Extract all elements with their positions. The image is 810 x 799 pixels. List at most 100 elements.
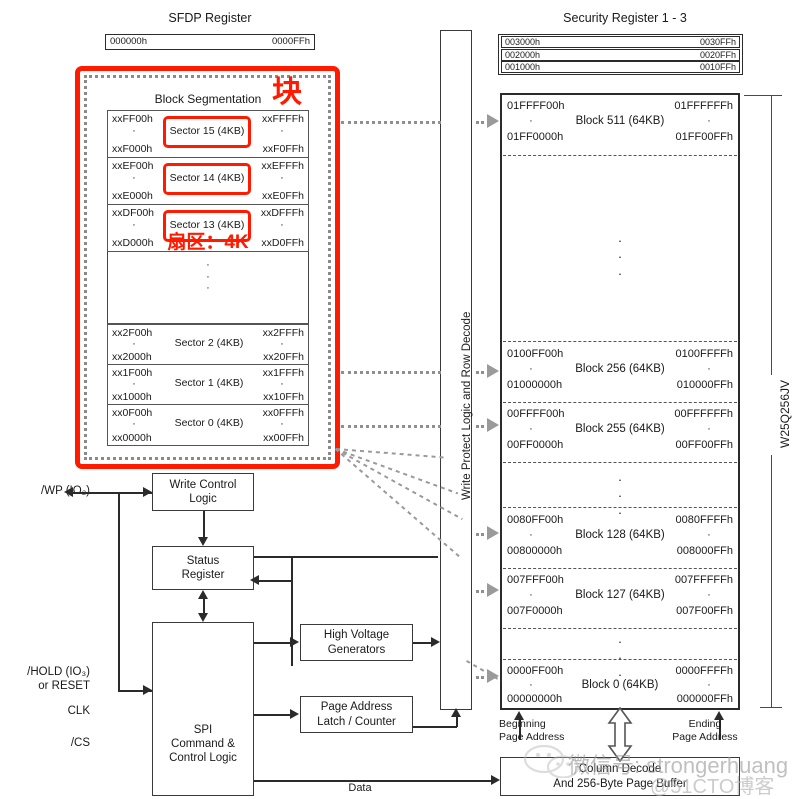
vertical-ellipsis: · (707, 115, 711, 127)
vertical-ellipsis: · (529, 423, 533, 435)
sector-start-address: xxEF00h (112, 160, 154, 172)
arrowhead-left-icon (250, 575, 259, 585)
vertical-ellipsis: · (280, 125, 284, 137)
vertical-ellipsis: · (529, 589, 533, 601)
arrowhead-up-icon (198, 590, 208, 599)
memory-block-row: 01FFFF00h 01FFFFFFh Block 511 (64KB) · ·… (500, 93, 740, 155)
signal-line (254, 642, 292, 644)
sfdp-start-address: 000000h (110, 36, 147, 47)
block-start-address: 0000FF00h (507, 665, 564, 677)
write-protect-logic-label: Write Protect Logic and Row Decode (461, 311, 473, 500)
block-label: Block 128 (64KB) (575, 529, 665, 541)
vertical-ellipsis: · (132, 125, 136, 137)
annotation-block-cn: 块 (272, 76, 302, 109)
vertical-ellipsis: · (132, 172, 136, 184)
block-start-low-address: 00FF0000h (507, 439, 564, 451)
block-start-low-address: 007F0000h (507, 605, 563, 617)
device-dimension-line (771, 95, 773, 375)
sector-label: Sector 15 (4KB) (169, 125, 245, 137)
vertical-ellipsis: · (132, 418, 136, 430)
sector-label: Sector 0 (4KB) (174, 417, 244, 429)
block-label: Block 0 (64KB) (581, 679, 659, 691)
security-start-address: 001000h (505, 62, 541, 72)
high-voltage-generators-box: High Voltage Generators (300, 624, 413, 661)
arrowhead-right-icon (143, 487, 152, 497)
block-end-low-address: 000000FFh (676, 693, 733, 705)
security-register-row: 002000h 0020FFh (501, 48, 740, 61)
block-end-low-address: 008000FFh (676, 545, 733, 557)
data-bus-label: Data (348, 782, 372, 794)
vertical-ellipsis: · (529, 679, 533, 691)
vertical-ellipsis: · (707, 529, 711, 541)
security-end-address: 0020FFh (699, 49, 736, 60)
signal-line (203, 511, 205, 538)
block-start-address: 0100FF00h (507, 348, 564, 360)
block-end-address: 0100FFFFh (675, 348, 733, 360)
memory-block-row: 007FFF00h 007FFFFFh Block 127 (64KB) · ·… (500, 568, 740, 628)
block-divider (503, 155, 737, 156)
security-register-group: 003000h 0030FFh 002000h 0020FFh 001000h … (498, 34, 743, 75)
signal-line (291, 556, 293, 666)
device-dimension-tick (760, 707, 782, 709)
vertical-ellipsis: · (707, 363, 711, 375)
array-top-tick (744, 95, 762, 97)
vertical-ellipsis: · (280, 172, 284, 184)
arrowhead-down-icon (198, 537, 208, 546)
block-start-low-address: 00800000h (507, 545, 563, 557)
vertical-ellipsis: · (529, 363, 533, 375)
block-start-low-address: 01000000h (507, 379, 563, 391)
vertical-ellipsis: · (707, 423, 711, 435)
arrowhead-right-icon (491, 775, 500, 785)
block-divider (503, 507, 737, 508)
sector-start-low-address: xxF000h (112, 143, 153, 155)
memory-block-row: 0100FF00h 0100FFFFh Block 256 (64KB) · ·… (500, 342, 740, 402)
block-segmentation-label: Block Segmentation (154, 92, 262, 106)
sector-end-low-address: xxF0FFh (262, 143, 304, 155)
arrowhead-down-icon (198, 613, 208, 622)
block-end-address: 007FFFFFh (674, 574, 733, 586)
sector-row: xx0F00h xx0FFFh · · xx0000h xx00FFh Sect… (107, 404, 309, 446)
block-end-address: 00FFFFFFh (674, 408, 733, 420)
signal-line (254, 714, 292, 716)
status-register-box: Status Register (152, 546, 254, 590)
sector-label: Sector 2 (4KB) (174, 337, 244, 349)
arrowhead-right-icon (143, 685, 152, 695)
signal-line (413, 726, 457, 728)
write-control-logic-label: Write Control Logic (169, 478, 237, 505)
block-start-low-address: 01FF0000h (507, 131, 564, 143)
signal-line (254, 556, 438, 558)
device-dimension-tick (760, 95, 782, 97)
vertical-ellipsis: · (280, 418, 284, 430)
sector-row: xx2F00h xx2FFFh · · xx2000h xx20FFh Sect… (107, 324, 309, 365)
pin-label-cs: /CS (70, 737, 90, 749)
block-label: Block 127 (64KB) (575, 589, 665, 601)
memory-block-row: 00FFFF00h 00FFFFFFh Block 255 (64KB) · ·… (500, 402, 740, 462)
arrowhead-right-icon (487, 114, 499, 128)
high-voltage-generators-label: High Voltage Generators (323, 629, 390, 656)
vertical-ellipsis: · · · (206, 259, 210, 295)
sector-start-low-address: xx1000h (112, 391, 152, 403)
security-register-row: 003000h 0030FFh (501, 36, 740, 48)
security-end-address: 0010FFh (699, 62, 736, 72)
block-end-address: 01FFFFFFh (674, 100, 733, 112)
block-end-address: 0080FFFFh (675, 514, 733, 526)
security-start-address: 003000h (505, 37, 541, 47)
arrowhead-up-icon (451, 708, 461, 717)
spi-control-logic-box: SPI Command & Control Logic (152, 622, 254, 796)
page-address-latch-box: Page Address Latch / Counter (300, 696, 413, 733)
security-register-row: 001000h 0010FFh (501, 61, 740, 73)
block-divider (503, 462, 737, 463)
sector-end-address: xxDFFFh (260, 207, 304, 219)
beginning-page-address-label: Beginning Page Address (499, 718, 565, 744)
device-label: W25Q256JV (778, 379, 792, 448)
block-label: Block 255 (64KB) (575, 423, 665, 435)
dotted-connector (341, 425, 441, 428)
block-start-low-address: 00000000h (507, 693, 563, 705)
vertical-ellipsis: · (132, 378, 136, 390)
sector-label: Sector 1 (4KB) (174, 377, 244, 389)
memory-block-row: 0000FF00h 0000FFFFh Block 0 (64KB) · · 0… (500, 660, 740, 710)
annotation-sector-cn: 扇区：4K (167, 232, 249, 253)
sector-end-address: xxEFFFh (261, 160, 304, 172)
arrowhead-right-icon (487, 418, 499, 432)
pin-label-hold: /HOLD (IO₃) or RESET (27, 666, 90, 692)
